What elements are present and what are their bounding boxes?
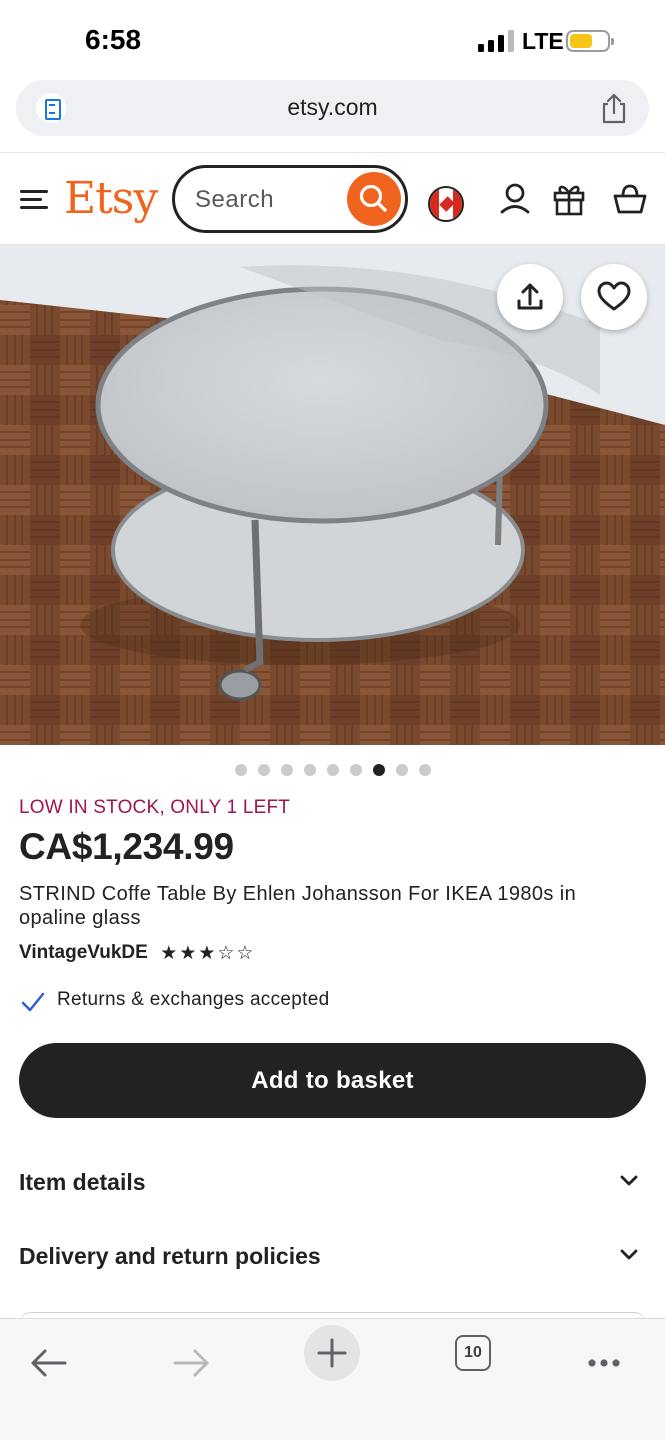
search-placeholder: Search — [195, 186, 275, 213]
carousel-dot-active[interactable] — [372, 764, 385, 776]
hamburger-menu-icon[interactable] — [20, 190, 48, 210]
new-tab-button[interactable] — [304, 1325, 360, 1381]
battery-icon — [566, 30, 614, 52]
add-to-basket-button[interactable]: Add to basket — [19, 1043, 646, 1118]
stock-notice: LOW IN STOCK, ONLY 1 LEFT — [19, 797, 291, 818]
carousel-dot[interactable] — [303, 764, 316, 776]
rating-stars[interactable]: ★★★☆☆ — [160, 942, 255, 964]
carousel-dot[interactable] — [349, 764, 362, 776]
search-icon — [359, 184, 387, 212]
carousel-dot[interactable] — [234, 764, 247, 776]
tabs-icon[interactable]: 10 — [455, 1335, 491, 1371]
returns-text: Returns & exchanges accepted — [57, 989, 330, 1010]
listing-title: STRIND Coffe Table By Ehlen Johansson Fo… — [19, 883, 577, 929]
search-button[interactable] — [347, 172, 401, 226]
basket-icon[interactable] — [612, 181, 648, 217]
network-type: LTE — [522, 28, 564, 54]
chevron-down-icon[interactable] — [620, 1249, 638, 1261]
user-icon[interactable] — [497, 181, 533, 217]
accordion-label[interactable]: Item details — [19, 1169, 146, 1196]
share-icon — [517, 283, 543, 310]
address-bar[interactable]: etsy.com — [16, 80, 649, 136]
canada-flag-icon[interactable] — [428, 186, 464, 222]
shop-name[interactable]: VintageVukDE — [19, 942, 148, 963]
carousel-indicator[interactable] — [0, 763, 665, 779]
checkmark-icon — [21, 992, 45, 1012]
carousel-dot[interactable] — [257, 764, 270, 776]
etsy-logo[interactable]: Etsy — [64, 173, 158, 224]
delivery-policies-accordion[interactable]: Delivery and return policies — [19, 1237, 646, 1277]
status-time: 6:58 — [85, 24, 142, 55]
forward-arrow-icon[interactable] — [163, 1335, 219, 1391]
chevron-down-icon[interactable] — [620, 1175, 638, 1187]
shop-row[interactable]: VintageVukDE ★★★☆☆ — [19, 942, 255, 968]
favorite-button[interactable] — [581, 264, 647, 330]
carousel-dot[interactable] — [280, 764, 293, 776]
share-icon[interactable] — [599, 92, 629, 124]
back-arrow-icon[interactable] — [21, 1335, 77, 1391]
more-icon[interactable] — [576, 1335, 632, 1391]
heart-icon — [597, 281, 631, 311]
price: CA$1,234.99 — [19, 826, 234, 867]
carousel-dot[interactable] — [326, 764, 339, 776]
product-photo — [0, 245, 665, 745]
status-bar: 6:58 LTE — [0, 0, 665, 80]
search-input[interactable]: Search — [172, 165, 408, 233]
gift-icon[interactable] — [551, 181, 587, 217]
share-listing-button[interactable] — [497, 264, 563, 330]
product-image[interactable] — [0, 245, 665, 745]
accordion-label[interactable]: Delivery and return policies — [19, 1243, 321, 1270]
url-text[interactable]: etsy.com — [16, 94, 649, 121]
cellular-signal-icon — [478, 30, 516, 52]
carousel-dot[interactable] — [418, 764, 431, 776]
item-details-accordion[interactable]: Item details — [19, 1163, 646, 1203]
plus-icon — [317, 1338, 347, 1368]
carousel-dot[interactable] — [395, 764, 408, 776]
browser-toolbar: 10 — [0, 1318, 665, 1440]
site-header: Etsy Search — [0, 152, 665, 245]
